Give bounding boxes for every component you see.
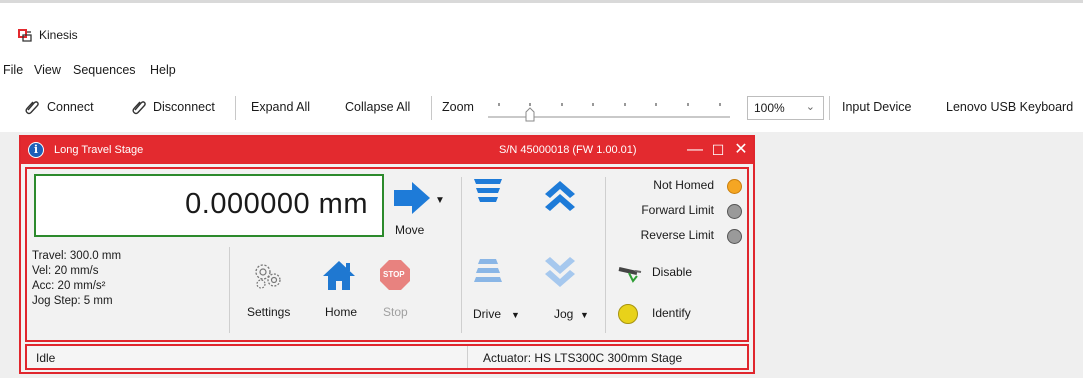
drive-forward-icon[interactable] (473, 177, 503, 207)
device-panel: i Long Travel Stage S/N 45000018 (FW 1.0… (19, 135, 755, 374)
reverse-limit-led (727, 229, 742, 244)
velocity-param: Vel: 20 mm/s (32, 265, 99, 277)
not-homed-label: Not Homed (653, 178, 714, 192)
jog-dropdown-caret-icon[interactable]: ▼ (580, 310, 589, 320)
settings-button[interactable]: Settings (247, 305, 290, 319)
divider (229, 247, 230, 333)
menu-sequences[interactable]: Sequences (73, 63, 136, 77)
disconnect-button[interactable]: Disconnect (153, 100, 215, 114)
zoom-slider-thumb (525, 107, 535, 122)
divider (605, 177, 606, 333)
identify-led-icon[interactable] (618, 304, 638, 324)
settings-gears-icon[interactable] (252, 261, 284, 291)
disable-button[interactable]: Disable (652, 265, 692, 279)
serial-number: S/N 45000018 (FW 1.00.01) (499, 144, 637, 156)
expand-all-button[interactable]: Expand All (251, 100, 310, 114)
move-arrow-icon[interactable] (392, 181, 432, 215)
minimize-icon[interactable]: — (685, 139, 705, 161)
jog-forward-icon[interactable] (543, 179, 577, 211)
move-button[interactable]: Move (395, 223, 424, 237)
zoom-slider[interactable] (484, 100, 734, 122)
stop-icon-text: STOP (383, 270, 405, 279)
menu-view[interactable]: View (34, 63, 61, 77)
reverse-limit-label: Reverse Limit (640, 228, 714, 242)
acceleration-param: Acc: 20 mm/s² (32, 280, 106, 292)
zoom-value: 100% (754, 101, 785, 115)
move-dropdown-caret-icon[interactable]: ▼ (435, 195, 445, 206)
chevron-down-icon: ⌄ (805, 101, 815, 113)
collapse-all-button[interactable]: Collapse All (345, 100, 410, 114)
disable-cable-icon[interactable] (617, 263, 643, 283)
panel-title: Long Travel Stage (54, 144, 144, 156)
home-icon[interactable] (322, 259, 356, 291)
not-homed-led (727, 179, 742, 194)
menu-help[interactable]: Help (150, 63, 176, 77)
stop-button[interactable]: Stop (383, 305, 408, 319)
drive-reverse-icon[interactable] (473, 257, 503, 287)
input-device-label: Input Device (842, 100, 912, 114)
menu-file[interactable]: File (3, 63, 23, 77)
jog-reverse-icon[interactable] (543, 257, 577, 289)
forward-limit-led (727, 204, 742, 219)
travel-param: Travel: 300.0 mm (32, 250, 122, 262)
panel-header: i Long Travel Stage S/N 45000018 (FW 1.0… (21, 137, 753, 164)
toolbar-separator (431, 96, 432, 120)
statusbar-separator (467, 346, 468, 368)
toolbar-separator (829, 96, 830, 120)
window-top-border (0, 0, 1083, 3)
jog-step-param: Jog Step: 5 mm (32, 295, 113, 307)
zoom-dropdown[interactable]: 100% ⌄ (747, 96, 824, 120)
kinesis-app-icon (18, 29, 32, 42)
zoom-label: Zoom (442, 100, 474, 114)
connect-button[interactable]: Connect (47, 100, 94, 114)
app-title: Kinesis (39, 28, 78, 42)
state-text: Idle (36, 351, 56, 365)
divider (461, 177, 462, 333)
jog-button[interactable]: Jog (554, 307, 573, 321)
motion-parameters: Travel: 300.0 mm Vel: 20 mm/s Acc: 20 mm… (32, 249, 121, 309)
identify-button[interactable]: Identify (652, 306, 691, 320)
menu-bar: File View Sequences Help (0, 61, 1083, 81)
drive-button[interactable]: Drive (473, 307, 501, 321)
position-display: 0.000000 mm (34, 174, 384, 237)
panel-body: 0.000000 mm Travel: 300.0 mm Vel: 20 mm/… (25, 167, 749, 342)
disconnect-paperclip-icon (132, 101, 146, 115)
input-device-value[interactable]: Lenovo USB Keyboard (946, 100, 1073, 114)
maximize-icon[interactable]: ☐ (708, 139, 728, 161)
home-button[interactable]: Home (325, 305, 357, 319)
info-icon[interactable]: i (28, 142, 44, 158)
position-value: 0.000000 mm (185, 188, 368, 220)
drive-dropdown-caret-icon[interactable]: ▼ (511, 310, 520, 320)
connect-paperclip-icon (25, 101, 39, 115)
close-icon[interactable]: ✕ (731, 139, 751, 161)
toolbar-separator (235, 96, 236, 120)
forward-limit-label: Forward Limit (641, 203, 714, 217)
actuator-info: Actuator: HS LTS300C 300mm Stage (483, 351, 683, 365)
panel-statusbar: Idle Actuator: HS LTS300C 300mm Stage (25, 344, 749, 370)
